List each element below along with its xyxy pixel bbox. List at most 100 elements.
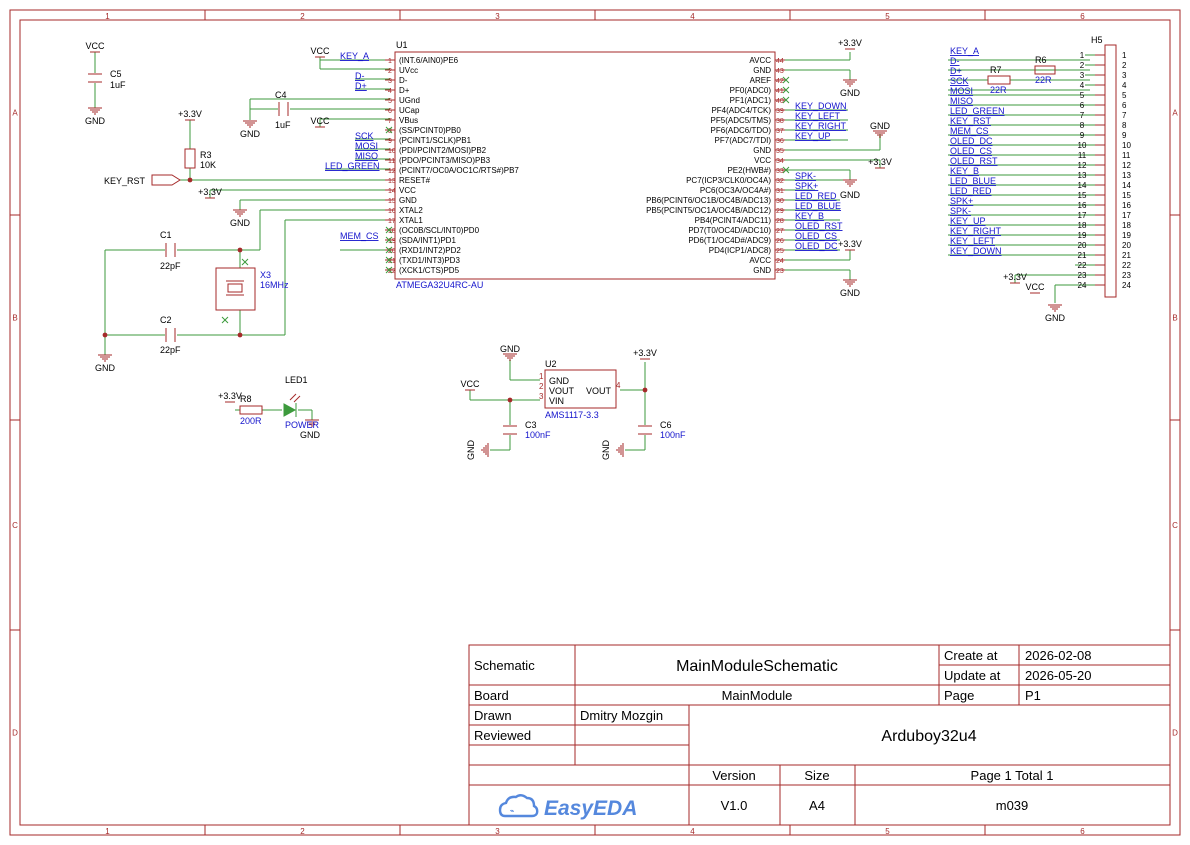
u1-pin-number: 43 (776, 68, 784, 75)
net-label: KEY_B (950, 166, 979, 176)
gnd-symbol: GND (840, 279, 861, 298)
net-label: LED_RED (795, 191, 837, 201)
frame-row-label: A (1172, 109, 1178, 118)
gnd-label: GND (240, 129, 261, 139)
c3-ref: C3 (525, 420, 537, 430)
net-label: MEM_CS (950, 126, 989, 136)
x3-val: 16MHz (260, 280, 289, 290)
u1-pin-name: PC7(ICP3/CLK0/OC4A) (686, 176, 771, 185)
net-label: KEY_UP (950, 216, 986, 226)
power-symbol: +3.3V (178, 109, 202, 121)
tb-reviewed-label: Reviewed (474, 728, 531, 743)
resistor-r3[interactable] (184, 148, 196, 169)
u1-pin-number: 35 (776, 148, 784, 155)
key-rst-port[interactable] (151, 174, 181, 186)
net-label: OLED_CS (795, 231, 837, 241)
logo-text: EasyEDA (544, 797, 637, 820)
c4-ref: C4 (275, 90, 287, 100)
gnd-label: GND (840, 288, 861, 298)
frame-col-label: 3 (495, 12, 500, 21)
h5-pin-number: 3 (1080, 71, 1085, 80)
u1-pin-name: PF1(ADC1) (730, 96, 772, 105)
h5-pin-name: 17 (1122, 211, 1131, 220)
net-label: KEY_LEFT (950, 236, 996, 246)
svg-text:2: 2 (539, 382, 544, 391)
net-label: SPK+ (950, 196, 973, 206)
u1-pin-name: (PDO/PCINT3/MISO)PB3 (399, 156, 491, 165)
u1-pin-number: 44 (776, 58, 784, 65)
u1-pin-number: 24 (776, 258, 784, 265)
u1-pin-name: PF6(ADC6/TDO) (711, 126, 772, 135)
h5-pin-name: 12 (1122, 161, 1131, 170)
u1-pin-name: PF0(ADC0) (730, 86, 772, 95)
power-symbol: VCC (310, 116, 330, 128)
tb-create-value: 2026-02-08 (1025, 648, 1092, 663)
u1-pin-number: 13 (388, 178, 396, 185)
power-label: +3.3V (218, 391, 242, 401)
h5-pin-number: 1 (1080, 51, 1085, 60)
led1-val: POWER (285, 420, 320, 430)
h5-pin-name: 5 (1122, 91, 1127, 100)
power-symbol: +3.3V (633, 348, 657, 360)
net-label: LED_RED (950, 186, 992, 196)
u1-pin-name: (INT.6/AIN0)PE6 (399, 56, 459, 65)
crystal-x3[interactable] (215, 267, 256, 311)
u1-pin-number: 14 (388, 188, 396, 195)
c3-val: 100nF (525, 430, 551, 440)
frame-col-label: 5 (885, 827, 890, 836)
u1-pin-name: D- (399, 76, 408, 85)
h5-pin-number: 15 (1078, 191, 1087, 200)
u1-pin-name: GND (753, 66, 771, 75)
capacitor-c6[interactable] (638, 425, 652, 435)
tb-update-value: 2026-05-20 (1025, 668, 1092, 683)
gnd-label: GND (466, 440, 476, 461)
capacitor-c2[interactable] (165, 328, 176, 342)
u1-pin-name: RESET# (399, 176, 431, 185)
power-symbol: VCC (85, 41, 105, 53)
resistor-r7[interactable] (987, 75, 1011, 85)
led-led1[interactable] (283, 393, 301, 417)
power-label: +3.3V (198, 187, 222, 197)
power-label: +3.3V (178, 109, 202, 119)
resistor-r8[interactable] (239, 405, 263, 415)
h5-pin-number: 5 (1080, 91, 1085, 100)
h5-pin-name: 13 (1122, 171, 1131, 180)
u1-pin-number: 32 (776, 178, 784, 185)
gnd-label: GND (870, 121, 891, 131)
u1-pin-number: 26 (776, 238, 784, 245)
u1-pin-name: (TXD1/INT3)PD3 (399, 256, 460, 265)
capacitor-c4[interactable] (278, 102, 289, 116)
frame-col-label: 2 (300, 12, 305, 21)
h5-pin-number: 17 (1078, 211, 1087, 220)
power-symbol: +3.3V (1003, 272, 1027, 284)
gnd-label: GND (1045, 313, 1066, 323)
u1-pin-name: PF5(ADC5/TMS) (711, 116, 772, 125)
capacitor-c1[interactable] (165, 243, 176, 257)
h5-pin-number: 20 (1078, 241, 1087, 250)
u1-pin-number: 40 (776, 98, 784, 105)
u2-pin-vin: VIN (549, 396, 564, 406)
tb-page-label: Page (944, 688, 974, 703)
u1-pin-number: 7 (388, 118, 392, 125)
power-symbol: +3.3V (868, 157, 892, 169)
net-label: OLED_RST (795, 221, 843, 231)
u1-pin-name: PB5(PCINT5/OC1A/OC4B/ADC12) (646, 206, 771, 215)
gnd-label: GND (95, 363, 116, 373)
power-label: VCC (460, 379, 480, 389)
h5-pin-number: 8 (1080, 121, 1085, 130)
h5-pin-name: 21 (1122, 251, 1131, 260)
r8-val: 200R (240, 416, 262, 426)
gnd-symbol: GND (466, 440, 489, 461)
u1-pin-name: (XCK1/CTS)PD5 (399, 266, 460, 275)
u1-pin-number: 21 (388, 258, 396, 265)
h5-pin-number: 9 (1080, 131, 1085, 140)
capacitor-c3[interactable] (503, 425, 517, 435)
u2-pin-gnd: GND (549, 376, 570, 386)
gnd-symbol: GND (85, 107, 106, 126)
frame-col-label: 4 (690, 12, 695, 21)
u1-pin-name: PD6(T1/OC4D#/ADC9) (688, 236, 771, 245)
header-h5[interactable] (1104, 44, 1117, 298)
h5-pin-number: 16 (1078, 201, 1087, 210)
u1-pin-number: 22 (388, 268, 396, 275)
capacitor-c5[interactable] (88, 73, 102, 83)
